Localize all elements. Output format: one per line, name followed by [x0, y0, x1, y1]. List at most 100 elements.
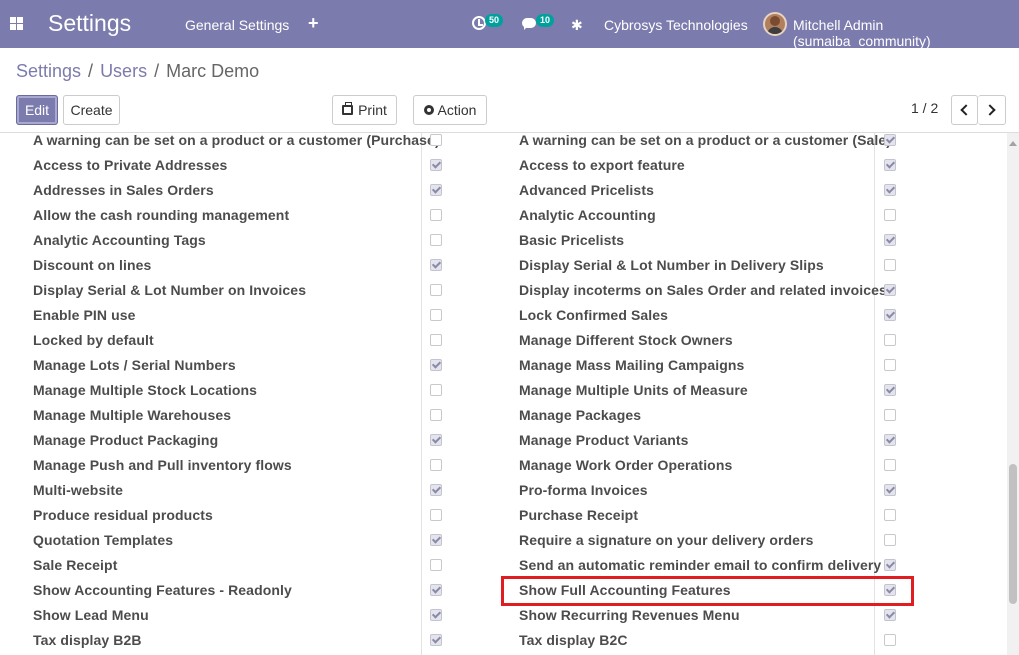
app-title[interactable]: Settings — [48, 10, 131, 37]
option-row: Manage Product Packaging — [33, 427, 218, 452]
option-row: Tax display B2C — [519, 627, 628, 652]
messages-button[interactable]: 10 — [522, 14, 556, 36]
option-checkbox[interactable] — [430, 559, 442, 571]
option-row: Access to Private Addresses — [33, 152, 227, 177]
option-label: Manage Multiple Units of Measure — [519, 381, 748, 398]
option-label: Addresses in Sales Orders — [33, 181, 214, 198]
option-label: Show Lead Menu — [33, 606, 149, 623]
option-checkbox[interactable] — [430, 384, 442, 396]
option-row: Display Serial & Lot Number on Invoices — [33, 277, 306, 302]
option-label: A warning can be set on a product or a c… — [33, 133, 440, 148]
option-row: Manage Push and Pull inventory flows — [33, 452, 292, 477]
option-row: Show Accounting Features - Readonly — [33, 577, 292, 602]
option-checkbox[interactable] — [430, 409, 442, 421]
highlight-box — [501, 576, 914, 606]
option-checkbox[interactable] — [884, 534, 896, 546]
option-label: Allow the cash rounding management — [33, 206, 290, 223]
action-button[interactable]: Action — [413, 95, 487, 125]
option-checkbox[interactable] — [884, 234, 896, 246]
option-row: Quotation Templates — [33, 527, 173, 552]
print-button[interactable]: Print — [332, 95, 397, 125]
option-checkbox[interactable] — [884, 434, 896, 446]
option-checkbox[interactable] — [430, 184, 442, 196]
activity-button[interactable]: 50 — [472, 14, 504, 36]
option-checkbox[interactable] — [430, 234, 442, 246]
activity-count-badge: 50 — [485, 14, 504, 27]
option-checkbox[interactable] — [430, 634, 442, 646]
option-checkbox[interactable] — [884, 334, 896, 346]
option-label: Display Serial & Lot Number on Invoices — [33, 281, 307, 298]
option-row: Sale Receipt — [33, 552, 117, 577]
option-checkbox[interactable] — [884, 609, 896, 621]
user-avatar[interactable] — [763, 12, 787, 36]
option-checkbox[interactable] — [884, 509, 896, 521]
option-checkbox[interactable] — [430, 434, 442, 446]
pager-previous-button[interactable] — [951, 95, 978, 125]
option-label: Manage Multiple Warehouses — [33, 406, 232, 423]
message-count-badge: 10 — [536, 14, 555, 27]
option-checkbox[interactable] — [884, 634, 896, 646]
option-checkbox[interactable] — [430, 534, 442, 546]
option-row: Purchase Receipt — [519, 502, 638, 527]
option-label: Produce residual products — [33, 506, 213, 523]
option-label: Quotation Templates — [33, 531, 174, 548]
option-label: Manage Product Variants — [519, 431, 689, 448]
option-checkbox[interactable] — [430, 259, 442, 271]
option-checkbox[interactable] — [884, 384, 896, 396]
breadcrumb-users[interactable]: Users — [100, 61, 147, 81]
option-label: A warning can be set on a product or a c… — [519, 133, 892, 148]
option-checkbox[interactable] — [430, 459, 442, 471]
vertical-scrollbar[interactable] — [1007, 133, 1019, 655]
option-label: Access to export feature — [519, 156, 685, 173]
print-label: Print — [358, 102, 387, 118]
option-row: Locked by default — [33, 327, 154, 352]
option-label: Send an automatic reminder email to conf… — [519, 556, 882, 573]
option-checkbox[interactable] — [430, 584, 442, 596]
option-checkbox[interactable] — [430, 484, 442, 496]
option-checkbox[interactable] — [884, 159, 896, 171]
option-checkbox[interactable] — [884, 559, 896, 571]
breadcrumb-settings[interactable]: Settings — [16, 61, 81, 81]
scroll-thumb[interactable] — [1009, 464, 1017, 604]
option-checkbox[interactable] — [430, 609, 442, 621]
option-checkbox[interactable] — [884, 134, 896, 146]
option-row: Multi-website — [33, 477, 123, 502]
apps-menu-icon[interactable] — [10, 17, 23, 30]
option-label: Access to Private Addresses — [33, 156, 228, 173]
option-row: Analytic Accounting — [519, 202, 656, 227]
menu-general-settings[interactable]: General Settings — [185, 17, 289, 33]
breadcrumb-separator: / — [154, 61, 160, 81]
option-checkbox[interactable] — [430, 159, 442, 171]
option-checkbox[interactable] — [430, 334, 442, 346]
add-menu-icon[interactable]: + — [308, 13, 319, 34]
option-label: Require a signature on your delivery ord… — [519, 531, 814, 548]
option-checkbox[interactable] — [884, 359, 896, 371]
option-row: A warning can be set on a product or a c… — [33, 133, 440, 152]
option-checkbox[interactable] — [884, 284, 896, 296]
option-checkbox[interactable] — [430, 309, 442, 321]
option-checkbox[interactable] — [884, 209, 896, 221]
debug-bug-icon[interactable]: ✱ — [571, 17, 583, 34]
option-checkbox[interactable] — [884, 484, 896, 496]
option-checkbox[interactable] — [430, 284, 442, 296]
option-checkbox[interactable] — [884, 309, 896, 321]
option-checkbox[interactable] — [430, 134, 442, 146]
option-checkbox[interactable] — [430, 209, 442, 221]
option-checkbox[interactable] — [430, 359, 442, 371]
option-row: Addresses in Sales Orders — [33, 177, 214, 202]
pager-next-button[interactable] — [978, 95, 1006, 125]
scroll-up-arrow-icon[interactable] — [1009, 141, 1017, 146]
edit-button[interactable]: Edit — [16, 95, 58, 125]
user-groups-form: A warning can be set on a product or a c… — [0, 133, 1007, 655]
user-menu[interactable]: Mitchell Admin (sumaiba_community) — [793, 17, 1019, 49]
option-checkbox[interactable] — [430, 509, 442, 521]
company-switcher[interactable]: Cybrosys Technologies — [604, 17, 748, 33]
option-checkbox[interactable] — [884, 184, 896, 196]
option-checkbox[interactable] — [884, 459, 896, 471]
option-label: Manage Product Packaging — [33, 431, 219, 448]
option-checkbox[interactable] — [884, 409, 896, 421]
pager-value[interactable]: 1 / 2 — [911, 100, 938, 116]
option-label: Tax display B2B — [33, 631, 142, 648]
option-checkbox[interactable] — [884, 259, 896, 271]
create-button[interactable]: Create — [63, 95, 120, 125]
